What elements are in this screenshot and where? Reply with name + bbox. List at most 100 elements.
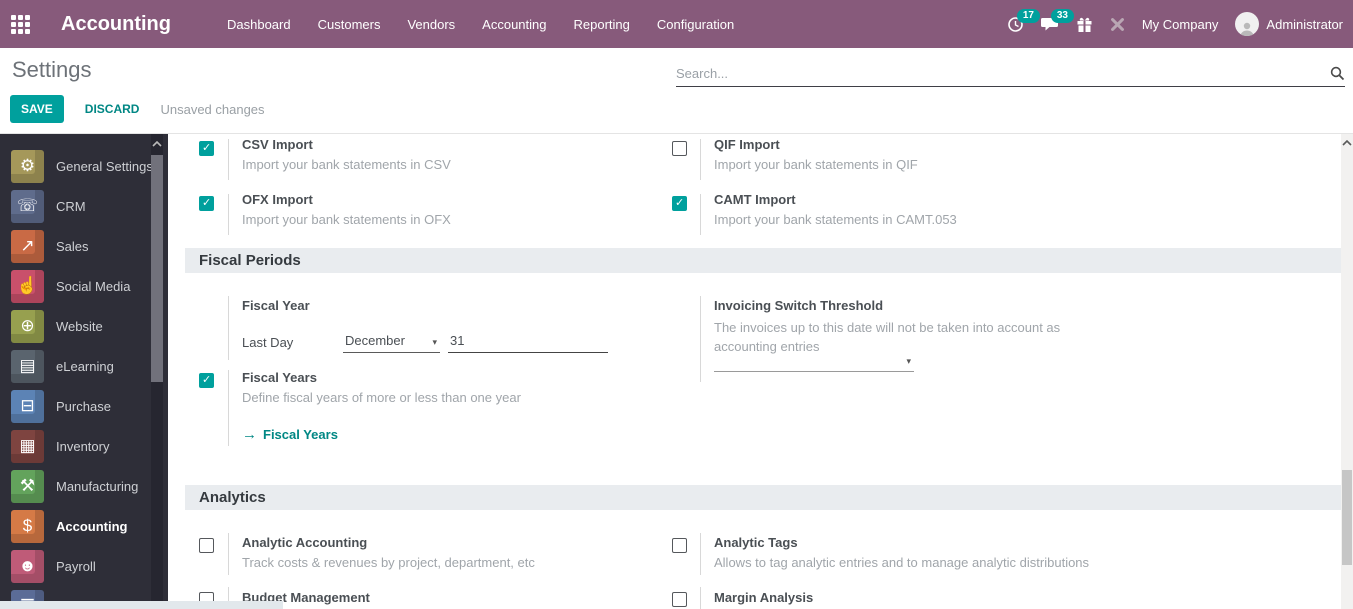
checkbox-fiscal-years[interactable]: [199, 373, 214, 388]
setting-label-fiscal-years[interactable]: Fiscal Years: [242, 370, 317, 385]
divider: [228, 533, 229, 575]
tools-icon[interactable]: [1110, 16, 1125, 32]
user-name: Administrator: [1266, 16, 1343, 32]
menu-vendors[interactable]: Vendors: [407, 17, 455, 32]
horizontal-scrollbar[interactable]: [0, 601, 283, 609]
gift-icon: [1077, 17, 1092, 32]
setting-desc-analytic-tags: Allows to tag analytic entries and to ma…: [714, 555, 1090, 570]
fiscal-years-link[interactable]: → Fiscal Years: [242, 426, 338, 443]
divider: [228, 194, 229, 235]
setting-desc-camt-import: Import your bank statements in CAMT.053: [714, 212, 957, 227]
menu-dashboard[interactable]: Dashboard: [227, 17, 291, 32]
sidebar-item-purchase[interactable]: ⊟ Purchase: [0, 386, 168, 426]
divider: [228, 296, 229, 360]
menu-customers[interactable]: Customers: [318, 17, 381, 32]
setting-desc-analytic-accounting: Track costs & revenues by project, depar…: [242, 555, 535, 570]
sidebar-item-inventory[interactable]: ▦ Inventory: [0, 426, 168, 466]
invoicing-threshold-value: [716, 352, 720, 367]
sidebar-list: ⚙ General Settings ☏ CRM ↗ Sales ☝ Socia…: [0, 134, 168, 609]
section-header-fiscal-periods: Fiscal Periods: [185, 248, 1341, 273]
systray: 17 33 My Company Administrator: [1007, 8, 1353, 36]
main-scrollbar[interactable]: [1341, 134, 1353, 609]
sidebar-item-general-settings[interactable]: ⚙ General Settings: [0, 146, 168, 186]
sidebar-item-crm[interactable]: ☏ CRM: [0, 186, 168, 226]
setting-label-margin-analysis[interactable]: Margin Analysis: [714, 590, 813, 605]
fiscal-month-value: December: [345, 333, 405, 348]
discard-button[interactable]: DISCARD: [85, 102, 140, 116]
sidebar-item-label: Inventory: [56, 438, 110, 454]
sidebar-item-label: Payroll: [56, 558, 96, 574]
sidebar-item-accounting[interactable]: $ Accounting: [0, 506, 168, 546]
top-navbar: Accounting Dashboard Customers Vendors A…: [0, 0, 1353, 48]
sidebar-item-elearning[interactable]: ▤ eLearning: [0, 346, 168, 386]
apps-grid-icon[interactable]: [11, 14, 30, 34]
checkbox-analytic-tags[interactable]: [672, 538, 687, 553]
setting-desc-qif-import: Import your bank statements in QIF: [714, 157, 918, 172]
menu-accounting[interactable]: Accounting: [482, 17, 546, 32]
checkbox-csv-import[interactable]: [199, 141, 214, 156]
last-day-label: Last Day: [242, 335, 294, 350]
chevron-down-icon: ▾: [432, 337, 437, 347]
divider: [700, 139, 701, 180]
main-scroll-thumb[interactable]: [1342, 470, 1352, 565]
main-menu: Dashboard Customers Vendors Accounting R…: [227, 17, 734, 32]
sidebar-item-label: Website: [56, 318, 103, 334]
sidebar-item-label: CRM: [56, 198, 86, 214]
fiscal-month-select[interactable]: December ▾: [343, 333, 440, 353]
gear-icon: ⚙: [11, 149, 44, 183]
chevron-up-icon: [1342, 140, 1352, 146]
menu-reporting[interactable]: Reporting: [574, 17, 630, 32]
user-menu[interactable]: Administrator: [1235, 12, 1343, 36]
credit-card-icon: ⊟: [11, 389, 44, 423]
section-title: Analytics: [199, 489, 266, 506]
thumbs-up-icon: ☝: [11, 269, 44, 303]
checkbox-ofx-import[interactable]: [199, 196, 214, 211]
odoo-settings-page: Accounting Dashboard Customers Vendors A…: [0, 0, 1353, 609]
menu-configuration[interactable]: Configuration: [657, 17, 734, 32]
company-switcher[interactable]: My Company: [1142, 17, 1219, 32]
search-icon[interactable]: [1330, 66, 1345, 81]
invoicing-threshold-select[interactable]: ▾: [714, 352, 914, 372]
divider: [700, 587, 701, 609]
activities-badge: 17: [1016, 8, 1040, 23]
setting-label-analytic-tags[interactable]: Analytic Tags: [714, 535, 798, 550]
sidebar-item-social-media[interactable]: ☝ Social Media: [0, 266, 168, 306]
setting-desc-invoicing-threshold: The invoices up to this date will not be…: [714, 320, 1061, 354]
setting-label-analytic-accounting[interactable]: Analytic Accounting: [242, 535, 367, 550]
sidebar-item-sales[interactable]: ↗ Sales: [0, 226, 168, 266]
messages-button[interactable]: 33: [1040, 9, 1074, 32]
control-panel: Settings SAVE DISCARD Unsaved changes: [0, 48, 1353, 134]
save-button[interactable]: SAVE: [10, 95, 64, 123]
chevron-up-icon: [152, 141, 162, 147]
sidebar-scrollbar[interactable]: [151, 134, 163, 609]
gift-button[interactable]: [1076, 16, 1093, 33]
setting-label-csv-import[interactable]: CSV Import: [242, 137, 313, 152]
sidebar-item-label: Accounting: [56, 518, 128, 534]
fiscal-day-input[interactable]: [448, 333, 608, 353]
section-title: Fiscal Periods: [199, 252, 301, 269]
breadcrumb-actions: SAVE DISCARD Unsaved changes: [10, 95, 265, 123]
checkbox-camt-import[interactable]: [672, 196, 687, 211]
checkbox-qif-import[interactable]: [672, 141, 687, 156]
setting-label-qif-import[interactable]: QIF Import: [714, 137, 780, 152]
chart-icon: ↗: [11, 229, 44, 263]
search-input[interactable]: [676, 66, 1330, 81]
sidebar-item-payroll[interactable]: ☻ Payroll: [0, 546, 168, 586]
setting-label-ofx-import[interactable]: OFX Import: [242, 192, 313, 207]
arrow-right-icon: →: [242, 426, 257, 443]
sidebar-item-website[interactable]: ⊕ Website: [0, 306, 168, 346]
checkbox-analytic-accounting[interactable]: [199, 538, 214, 553]
divider: [228, 370, 229, 446]
page-title: Settings: [12, 57, 92, 82]
person-icon: ☻: [11, 549, 44, 583]
sidebar-scroll-thumb[interactable]: [151, 155, 163, 382]
setting-label-fiscal-year: Fiscal Year: [242, 298, 310, 313]
checkbox-margin-analysis[interactable]: [672, 592, 687, 607]
sidebar-item-manufacturing[interactable]: ⚒ Manufacturing: [0, 466, 168, 506]
chevron-down-icon: ▾: [906, 356, 911, 366]
divider: [700, 296, 701, 382]
setting-label-camt-import[interactable]: CAMT Import: [714, 192, 796, 207]
activities-button[interactable]: 17: [1007, 8, 1040, 33]
sidebar-item-label: Sales: [56, 238, 89, 254]
globe-icon: ⊕: [11, 309, 44, 343]
